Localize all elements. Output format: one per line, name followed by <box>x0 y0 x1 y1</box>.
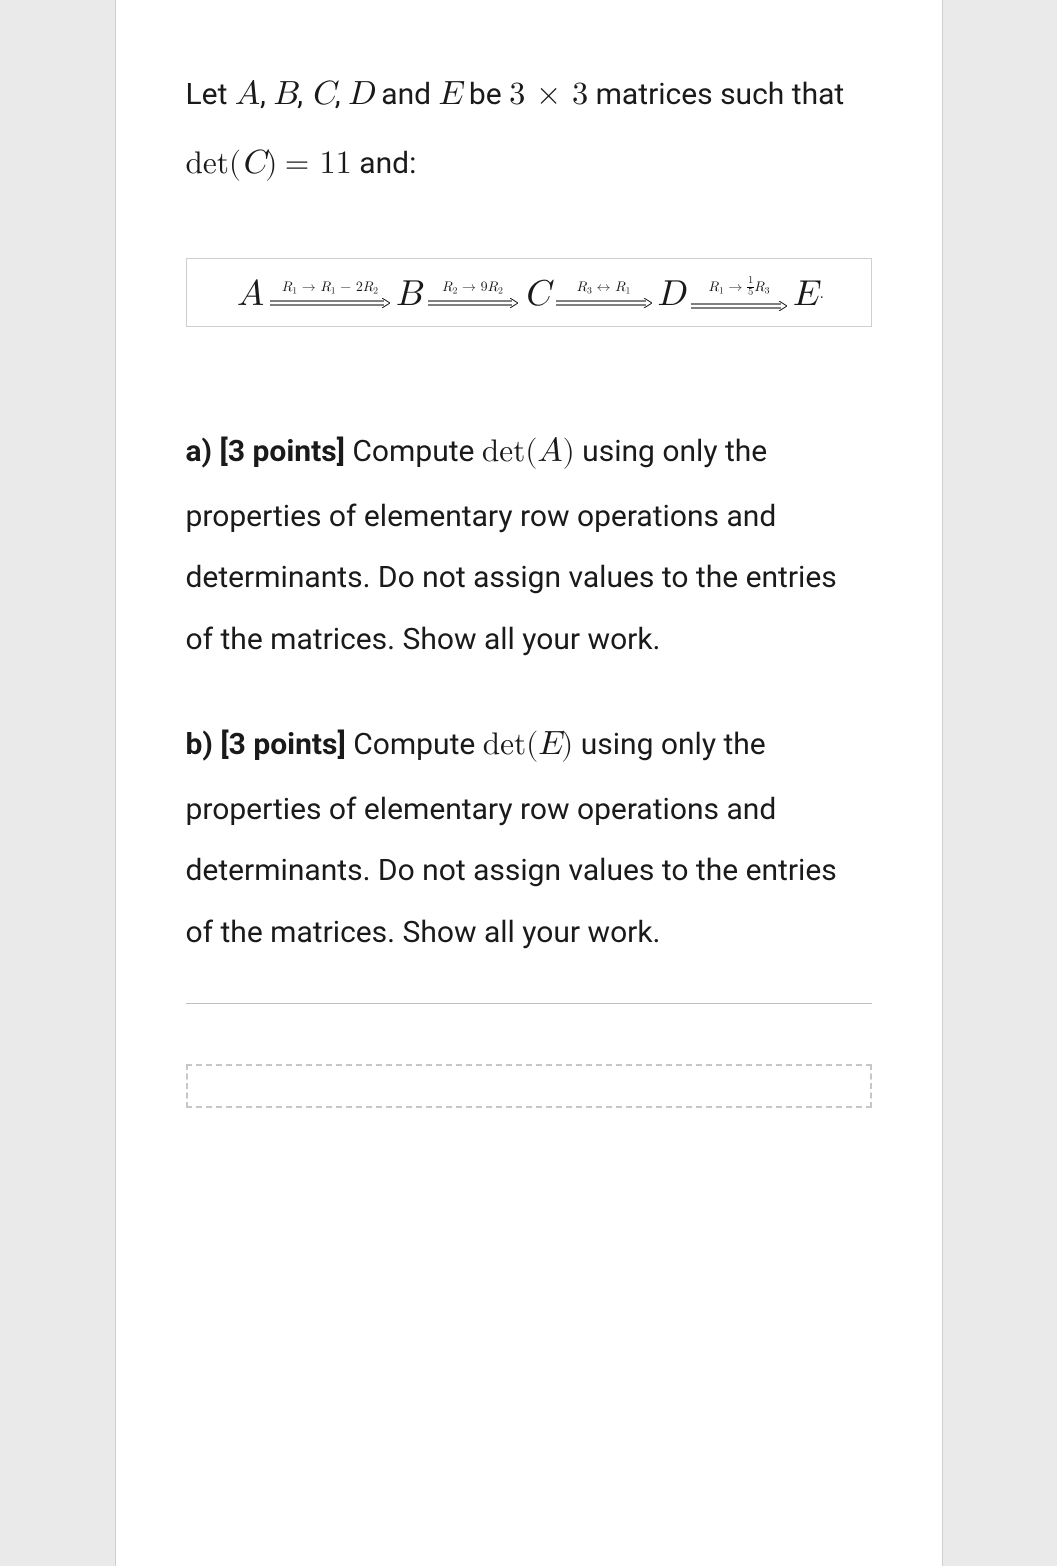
diagram-B: B <box>392 273 426 316</box>
diagram-E: E <box>789 273 822 316</box>
det-arg: C <box>241 146 265 180</box>
double-arrow-icon <box>428 298 518 308</box>
diagram-D: D <box>654 273 690 316</box>
page-gutter: Let A, B, C, D and E be 3 × 3 matrices s… <box>0 0 1057 1566</box>
part-b: b) [3 points] Compute det(E) using only … <box>186 710 872 963</box>
part-b-tag: b) [3 points] <box>186 727 346 762</box>
matrix-E: E <box>439 77 462 111</box>
matrix-A: A <box>235 77 260 111</box>
fraction-one-fifth: 15 <box>747 276 754 298</box>
intro-and1: and <box>381 77 431 112</box>
rparen: ) <box>561 730 573 761</box>
problem-intro: Let A, B, C, D and E be 3 × 3 matrices s… <box>186 60 872 198</box>
rparen: ) <box>563 437 575 468</box>
part-a-det: det <box>482 437 525 468</box>
double-arrow-icon <box>270 298 390 308</box>
rparen: ) <box>265 149 277 180</box>
diagram-A: A <box>233 273 268 316</box>
matrix-C: C <box>311 77 335 111</box>
intro-tail1: matrices such that <box>596 77 845 112</box>
lparen: ( <box>229 149 241 180</box>
det-val: 11 <box>319 148 351 180</box>
intro-be: be <box>469 77 502 112</box>
arrow-label-CtoD: R3 ↔ R1 <box>577 280 631 296</box>
double-arrow-icon <box>691 301 787 311</box>
part-b-pre: Compute <box>353 727 475 762</box>
equals: = <box>285 149 320 180</box>
matrix-size: 3 × 3 <box>509 79 588 111</box>
answer-placeholder-box <box>186 1064 872 1108</box>
arrow-CtoD: R3 ↔ R1 <box>556 280 652 308</box>
lparen: ( <box>526 730 538 761</box>
arrow-label-AtoB: R1 → R1 − 2R2 <box>282 280 378 296</box>
matrix-D: D <box>348 77 374 111</box>
arrow-AtoB: R1 → R1 − 2R2 <box>270 280 390 308</box>
double-arrow-icon <box>556 298 652 308</box>
part-a-pre: Compute <box>352 434 474 469</box>
intro-let: Let <box>186 77 228 112</box>
diagram-period: . <box>820 285 824 304</box>
part-a-arg: A <box>537 434 562 468</box>
diagram-C: C <box>520 273 554 316</box>
row-op-diagram: A R1 → R1 − 2R2 B R2 → 9R2 <box>186 258 872 327</box>
lparen: ( <box>525 437 537 468</box>
arrow-BtoC: R2 → 9R2 <box>428 280 518 308</box>
matrix-B: B <box>273 77 297 111</box>
document-page: Let A, B, C, D and E be 3 × 3 matrices s… <box>115 0 943 1566</box>
det-fn: det <box>186 149 229 180</box>
part-b-det: det <box>483 730 526 761</box>
arrow-label-DtoE: R1 → 15R3 <box>709 277 770 299</box>
arrow-DtoE: R1 → 15R3 <box>691 277 787 311</box>
section-divider <box>186 1003 872 1004</box>
intro-andcolon: and: <box>359 146 416 181</box>
part-b-arg: E <box>538 727 561 761</box>
part-a-tag: a) [3 points] <box>186 434 345 469</box>
part-a: a) [3 points] Compute det(A) using only … <box>186 417 872 670</box>
arrow-label-BtoC: R2 → 9R2 <box>442 280 503 296</box>
